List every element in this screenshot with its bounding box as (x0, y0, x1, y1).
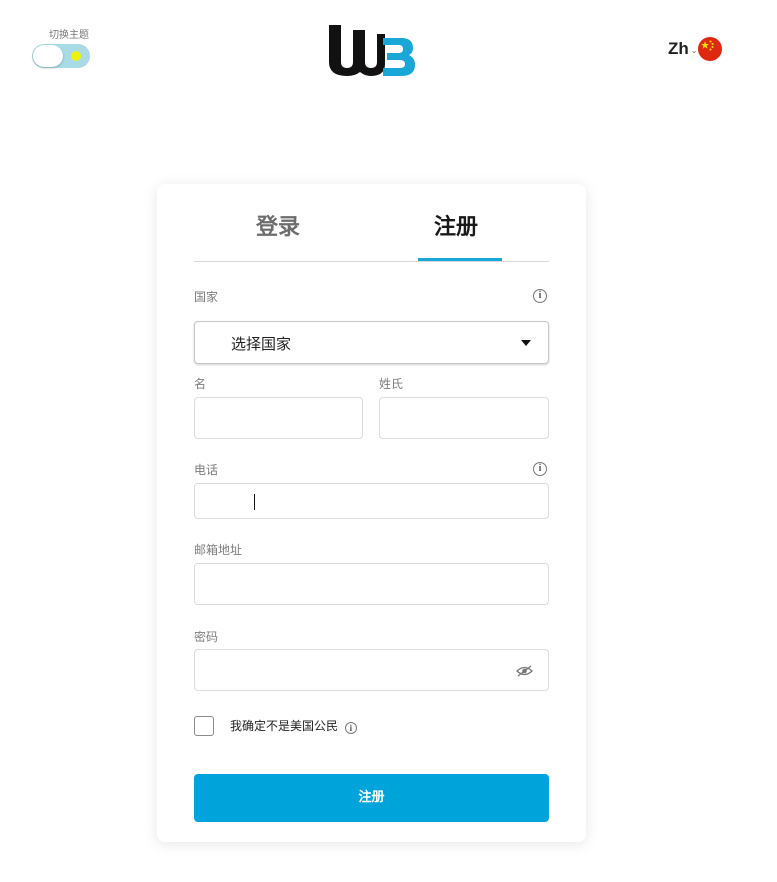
toggle-knob (33, 45, 63, 67)
password-label: 密码 (194, 630, 219, 644)
email-input[interactable] (194, 563, 549, 605)
language-selector[interactable]: Zh ⌄ (668, 36, 723, 62)
china-flag-icon (698, 37, 723, 61)
last-name-label: 姓氏 (379, 377, 404, 391)
phone-info-icon[interactable]: i (533, 462, 547, 476)
country-select[interactable]: 选择国家 (194, 321, 549, 364)
sun-icon (71, 51, 81, 61)
country-label: 国家 (194, 290, 219, 304)
email-label: 邮箱地址 (194, 543, 243, 557)
not-us-citizen-checkbox[interactable] (194, 716, 214, 736)
not-us-citizen-label: 我确定不是美国公民 i (230, 718, 357, 734)
country-select-value: 选择国家 (231, 335, 292, 353)
first-name-input[interactable] (194, 397, 363, 439)
last-name-input[interactable] (379, 397, 549, 439)
eye-slash-icon[interactable] (516, 665, 533, 677)
country-info-icon[interactable]: i (533, 289, 547, 303)
first-name-label: 名 (194, 377, 207, 391)
active-tab-indicator (418, 258, 502, 261)
phone-label: 电话 (194, 463, 219, 477)
theme-toggle-group: 切换主题 (32, 30, 92, 68)
text-cursor (254, 494, 255, 510)
citizen-info-icon[interactable]: i (344, 722, 357, 734)
phone-input[interactable] (194, 483, 549, 519)
not-us-citizen-text: 我确定不是美国公民 (230, 719, 339, 733)
password-input[interactable] (194, 649, 549, 691)
tab-login[interactable]: 登录 (256, 212, 300, 244)
wb-logo[interactable] (327, 22, 417, 78)
language-code: Zh (668, 39, 689, 58)
theme-toggle-switch[interactable] (32, 44, 90, 68)
chevron-down-icon: ⌄ (690, 46, 698, 55)
auth-tabs: 登录 注册 (194, 184, 549, 262)
tab-register[interactable]: 注册 (434, 212, 478, 244)
register-submit-button[interactable]: 注册 (194, 774, 549, 822)
wb-logo-icon (329, 25, 415, 76)
caret-down-icon (521, 340, 531, 346)
theme-toggle-label: 切换主题 (49, 30, 89, 41)
auth-card: 登录 注册 国家 i 选择国家 名 姓氏 电话 i 邮箱地址 密码 我确定不是美… (157, 184, 586, 842)
